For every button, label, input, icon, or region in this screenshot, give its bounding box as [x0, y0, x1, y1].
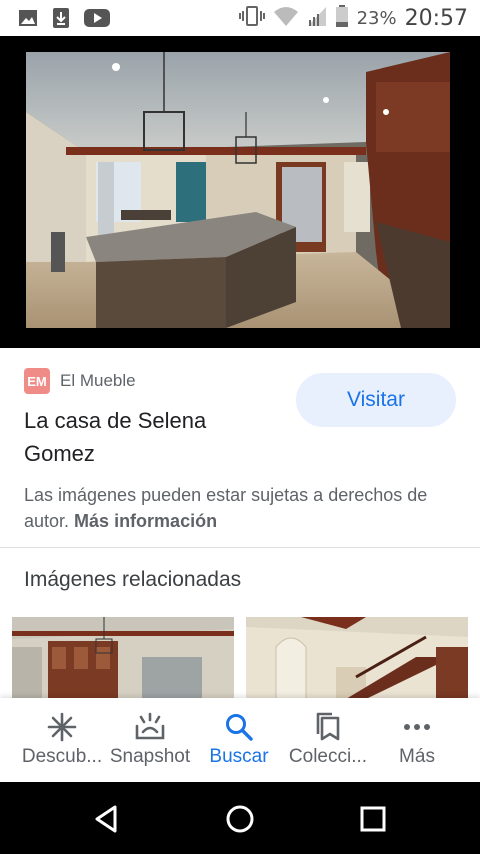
- signal-icon: [307, 5, 327, 32]
- image-viewer: [0, 36, 480, 348]
- clock: 20:57: [404, 6, 468, 31]
- related-image-thumb[interactable]: [246, 617, 468, 699]
- bottom-navigation: Descub... Snapshot Buscar Colecci... Más: [0, 698, 480, 782]
- collections-icon: [313, 712, 343, 742]
- nav-collections[interactable]: Colecci...: [280, 698, 376, 782]
- related-image-thumb[interactable]: [12, 617, 234, 699]
- copyright-notice: Las imágenes pueden estar sujetas a dere…: [24, 482, 464, 534]
- image-title[interactable]: La casa de Selena Gomez: [24, 404, 274, 470]
- nav-label: Descub...: [21, 746, 103, 767]
- wifi-icon: [273, 5, 299, 32]
- nav-label: Más: [399, 746, 435, 767]
- back-icon[interactable]: [86, 802, 126, 836]
- more-info-link[interactable]: Más información: [74, 511, 217, 531]
- system-status: 23% 20:57: [238, 5, 468, 32]
- asterisk-icon: [47, 712, 77, 742]
- screen: 23% 20:57 EM El Mueble La casa de Selena…: [0, 0, 480, 854]
- related-images-heading: Imágenes relacionadas: [24, 568, 242, 591]
- nav-discover[interactable]: Descub...: [14, 698, 110, 782]
- snapshot-icon: [134, 712, 166, 742]
- system-navigation-bar: [0, 782, 480, 854]
- battery-icon: [335, 5, 349, 32]
- nav-label: Buscar: [209, 746, 269, 767]
- nav-label: Colecci...: [288, 746, 368, 767]
- source-name: El Mueble: [60, 371, 136, 390]
- youtube-icon: [84, 8, 110, 33]
- home-icon[interactable]: [220, 802, 260, 836]
- nav-search[interactable]: Buscar: [191, 698, 287, 782]
- vibrate-icon: [238, 5, 265, 32]
- battery-percentage: 23%: [356, 8, 397, 29]
- divider: [0, 547, 480, 548]
- nav-snapshot[interactable]: Snapshot: [102, 698, 198, 782]
- download-icon: [52, 7, 70, 34]
- nav-label: Snapshot: [109, 746, 191, 767]
- recents-icon[interactable]: [353, 802, 393, 836]
- notification-icons: [18, 7, 110, 34]
- status-bar: 23% 20:57: [0, 0, 480, 36]
- nav-more[interactable]: Más: [369, 698, 465, 782]
- source-row[interactable]: EM El Mueble: [24, 368, 136, 394]
- search-icon: [224, 712, 254, 742]
- more-dots-icon: [402, 712, 432, 742]
- kitchen-photo[interactable]: [26, 52, 450, 328]
- source-logo: EM: [24, 368, 50, 394]
- visit-button[interactable]: Visitar: [296, 373, 456, 427]
- gallery-icon: [18, 8, 38, 33]
